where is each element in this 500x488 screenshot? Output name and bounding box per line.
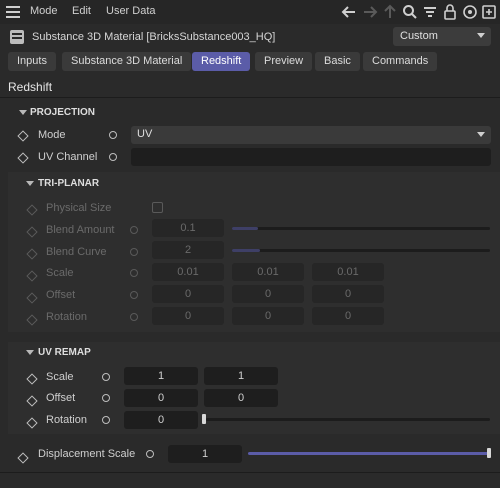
animate-circle-icon[interactable] <box>130 248 138 256</box>
triplanar-scale-label: Scale <box>46 267 74 279</box>
mode-select[interactable]: UV <box>131 126 491 144</box>
uv-remap-rotation-input[interactable]: 0 <box>124 411 198 429</box>
material-icon <box>10 30 24 44</box>
tab-basic[interactable]: Basic <box>315 52 360 71</box>
keyframe-diamond-icon[interactable] <box>17 130 29 142</box>
displacement-scale-label: Displacement Scale <box>38 448 136 460</box>
new-panel-icon[interactable] <box>480 3 498 21</box>
triplanar-rotation-x-input[interactable]: 0 <box>152 307 224 325</box>
keyframe-diamond-icon[interactable] <box>17 452 29 464</box>
menu-user-data[interactable]: User Data <box>106 5 156 17</box>
blend-curve-label: Blend Curve <box>46 246 107 258</box>
animate-circle-icon[interactable] <box>109 131 117 139</box>
target-icon[interactable] <box>461 3 479 21</box>
triplanar-scale-z-input[interactable]: 0.01 <box>312 263 384 281</box>
uv-remap-scale-v-input[interactable]: 1 <box>204 367 278 385</box>
chevron-down-icon <box>477 132 485 137</box>
uv-remap-rotation-slider[interactable] <box>206 418 490 421</box>
uv-channel-label: UV Channel <box>38 151 98 163</box>
material-title: Substance 3D Material [BricksSubstance00… <box>32 31 276 43</box>
blend-amount-slider-fill <box>232 227 258 230</box>
collapse-triplanar-icon[interactable] <box>26 181 34 186</box>
blend-curve-slider-fill <box>232 249 261 252</box>
triplanar-scale-y-input[interactable]: 0.01 <box>232 263 304 281</box>
displacement-scale-slider-knob[interactable] <box>487 448 491 458</box>
displacement-scale-slider[interactable] <box>248 452 490 455</box>
keyframe-diamond-icon[interactable] <box>17 152 29 164</box>
blend-amount-input[interactable]: 0.1 <box>152 219 224 237</box>
forward-arrow-icon[interactable] <box>361 3 379 21</box>
animate-circle-icon[interactable] <box>130 269 138 277</box>
collapse-projection-icon[interactable] <box>19 110 27 115</box>
triplanar-offset-y-input[interactable]: 0 <box>232 285 304 303</box>
animate-circle-icon[interactable] <box>102 416 110 424</box>
hamburger-menu-icon[interactable] <box>6 6 20 18</box>
triplanar-offset-label: Offset <box>46 289 76 301</box>
lock-icon[interactable] <box>441 3 459 21</box>
triplanar-rotation-z-input[interactable]: 0 <box>312 307 384 325</box>
displacement-scale-slider-fill <box>248 452 490 455</box>
mode-label: Mode <box>38 129 66 141</box>
animate-circle-icon[interactable] <box>109 153 117 161</box>
blend-curve-input[interactable]: 2 <box>152 241 224 259</box>
uv-remap-rotation-label: Rotation <box>46 414 87 426</box>
animate-circle-icon[interactable] <box>130 313 138 321</box>
uv-remap-offset-v-input[interactable]: 0 <box>204 389 278 407</box>
triplanar-rotation-label: Rotation <box>46 311 87 323</box>
triplanar-offset-z-input[interactable]: 0 <box>312 285 384 303</box>
animate-circle-icon[interactable] <box>130 291 138 299</box>
tab-inputs[interactable]: Inputs <box>8 52 56 71</box>
divider <box>0 97 500 98</box>
tab-redshift[interactable]: Redshift <box>192 52 251 71</box>
chevron-down-icon <box>477 33 485 38</box>
tab-substance-3d-material[interactable]: Substance 3D Material <box>62 52 192 71</box>
uv-remap-scale-u-input[interactable]: 1 <box>124 367 198 385</box>
tab-commands[interactable]: Commands <box>363 52 438 71</box>
search-icon[interactable] <box>401 3 419 21</box>
uv-channel-input[interactable] <box>131 148 491 166</box>
displacement-scale-input[interactable]: 1 <box>168 445 242 463</box>
blend-curve-slider[interactable] <box>232 249 490 252</box>
filter-icon[interactable] <box>421 3 439 21</box>
physical-size-checkbox[interactable] <box>152 202 163 213</box>
triplanar-rotation-y-input[interactable]: 0 <box>232 307 304 325</box>
animate-circle-icon[interactable] <box>102 394 110 402</box>
physical-size-label: Physical Size <box>46 202 112 214</box>
section-title: Redshift <box>8 80 53 94</box>
mode-select-value: UV <box>137 128 153 140</box>
preset-dropdown[interactable]: Custom <box>393 27 491 46</box>
up-arrow-icon[interactable] <box>381 3 399 21</box>
back-arrow-icon[interactable] <box>340 3 358 21</box>
collapse-uv-remap-icon[interactable] <box>26 350 34 355</box>
tab-preview[interactable]: Preview <box>255 52 313 71</box>
uv-remap-scale-label: Scale <box>46 371 74 383</box>
blend-amount-label: Blend Amount <box>46 224 115 236</box>
preset-dropdown-value: Custom <box>400 30 438 42</box>
animate-circle-icon[interactable] <box>130 226 138 234</box>
menu-edit[interactable]: Edit <box>72 5 91 17</box>
triplanar-scale-x-input[interactable]: 0.01 <box>152 263 224 281</box>
animate-circle-icon[interactable] <box>146 450 154 458</box>
triplanar-header: TRI-PLANAR <box>38 178 100 189</box>
uv-remap-rotation-slider-knob[interactable] <box>202 414 206 424</box>
uv-remap-offset-u-input[interactable]: 0 <box>124 389 198 407</box>
uv-remap-header: UV REMAP <box>38 347 91 358</box>
divider <box>0 472 500 473</box>
animate-circle-icon[interactable] <box>102 373 110 381</box>
projection-header: PROJECTION <box>30 107 96 118</box>
blend-amount-slider[interactable] <box>232 227 490 230</box>
triplanar-offset-x-input[interactable]: 0 <box>152 285 224 303</box>
menu-mode[interactable]: Mode <box>30 5 58 17</box>
uv-remap-offset-label: Offset <box>46 392 76 404</box>
